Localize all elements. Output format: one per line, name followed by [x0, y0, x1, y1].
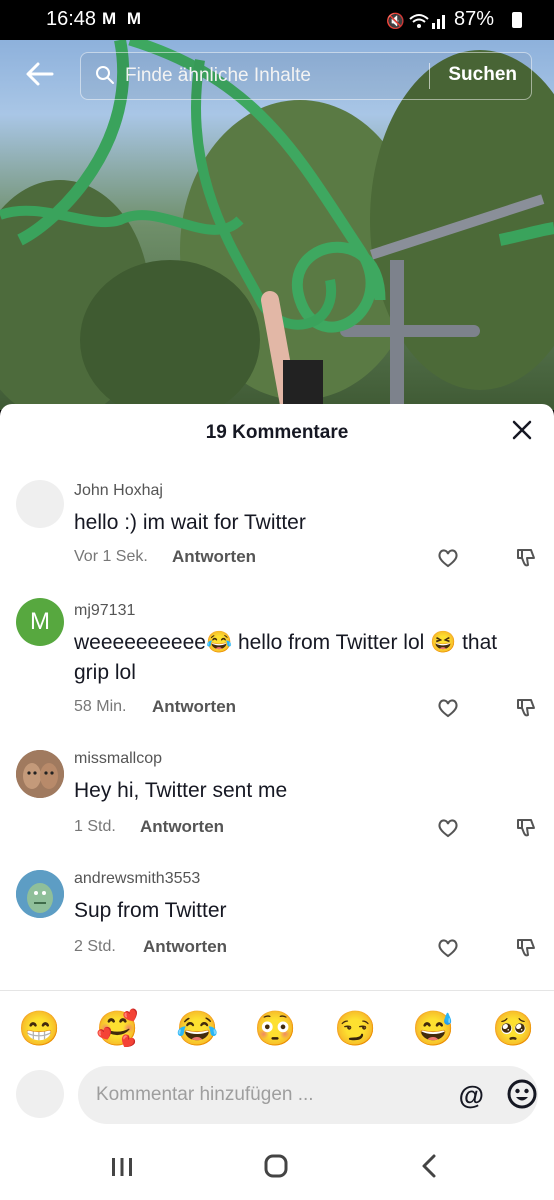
- dislike-icon[interactable]: [514, 816, 538, 840]
- comment-placeholder[interactable]: Kommentar hinzufügen ...: [96, 1084, 314, 1106]
- emoji-bar: 😁 🥰 😂 😳 😏 😅 🥺: [0, 990, 554, 1071]
- dislike-icon[interactable]: [514, 546, 538, 570]
- avatar[interactable]: [16, 750, 64, 798]
- comments-title: 19 Kommentare: [205, 422, 349, 443]
- close-icon[interactable]: [510, 418, 534, 442]
- avatar-image: [16, 870, 64, 918]
- emoji-flushed[interactable]: 😳: [254, 1009, 296, 1049]
- comment-item: M mj97131 weeeeeeeeee😂 hello from Twitte…: [0, 598, 554, 732]
- dislike-icon[interactable]: [514, 936, 538, 960]
- emoji-picker-icon[interactable]: [506, 1078, 538, 1110]
- reply-button[interactable]: Antworten: [172, 547, 256, 567]
- search-divider: [429, 63, 430, 89]
- comment-username[interactable]: andrewsmith3553: [74, 870, 200, 888]
- notification-icons: M M: [102, 9, 145, 28]
- comment-time: Vor 1 Sek.: [74, 548, 148, 565]
- comment-text: Sup from Twitter: [74, 899, 227, 922]
- avatar[interactable]: [16, 480, 64, 528]
- arrow-left-icon: [26, 62, 54, 86]
- back-nav-icon[interactable]: [410, 1150, 450, 1182]
- emoji-grin[interactable]: 😁: [18, 1009, 60, 1049]
- heart-icon[interactable]: [436, 546, 460, 570]
- status-bar: 16:48 M M 🔇 87%: [0, 0, 554, 40]
- reply-button[interactable]: Antworten: [143, 937, 227, 957]
- dislike-icon[interactable]: [514, 696, 538, 720]
- back-button[interactable]: [24, 58, 60, 94]
- heart-icon[interactable]: [436, 936, 460, 960]
- my-avatar: [16, 1070, 64, 1118]
- status-time: 16:48: [46, 8, 97, 30]
- comment-composer: Kommentar hinzufügen ... @: [0, 1066, 554, 1136]
- comment-text: weeeeeeeeee😂 hello from Twitter lol 😆 th…: [74, 631, 498, 684]
- reply-button[interactable]: Antworten: [152, 697, 236, 717]
- avatar-image: [16, 750, 64, 798]
- signal-wifi-icon: 🔇: [386, 12, 445, 29]
- heart-icon[interactable]: [436, 816, 460, 840]
- heart-icon[interactable]: [436, 696, 460, 720]
- comment-username[interactable]: mj97131: [74, 602, 135, 620]
- search-bar[interactable]: Finde ähnliche Inhalte Suchen: [80, 52, 532, 100]
- search-icon: [96, 66, 114, 84]
- comment-text: Hey hi, Twitter sent me: [74, 779, 288, 802]
- search-button[interactable]: Suchen: [448, 64, 517, 86]
- avatar[interactable]: [16, 870, 64, 918]
- home-icon[interactable]: [256, 1150, 296, 1182]
- comment-time: 1 Std.: [74, 818, 116, 835]
- comment-text: hello :) im wait for Twitter: [74, 511, 306, 534]
- emoji-sweat-smile[interactable]: 😅: [412, 1009, 454, 1049]
- comment-username[interactable]: missmallcop: [74, 750, 162, 768]
- battery-icon: [512, 12, 522, 28]
- comment-time: 58 Min.: [74, 698, 127, 715]
- search-placeholder[interactable]: Finde ähnliche Inhalte: [125, 65, 311, 87]
- battery-percent: 87%: [453, 8, 494, 30]
- mention-button[interactable]: @: [459, 1080, 484, 1111]
- comment-item: John Hoxhaj hello :) im wait for Twitter…: [0, 480, 554, 592]
- emoji-smirk[interactable]: 😏: [334, 1009, 376, 1049]
- emoji-joy[interactable]: 😂: [176, 1009, 218, 1049]
- system-nav-bar: [0, 1136, 554, 1200]
- comment-username[interactable]: John Hoxhaj: [74, 482, 163, 500]
- comment-item: andrewsmith3553 Sup from Twitter 2 Std. …: [0, 870, 554, 980]
- reply-button[interactable]: Antworten: [140, 817, 224, 837]
- svg-text:🔇: 🔇: [386, 12, 405, 29]
- recent-apps-icon[interactable]: [102, 1150, 142, 1182]
- emoji-love[interactable]: 🥰: [96, 1009, 138, 1049]
- comment-item: missmallcop Hey hi, Twitter sent me 1 St…: [0, 750, 554, 860]
- emoji-pleading[interactable]: 🥺: [492, 1009, 534, 1049]
- avatar[interactable]: M: [16, 598, 64, 646]
- comment-time: 2 Std.: [74, 938, 116, 955]
